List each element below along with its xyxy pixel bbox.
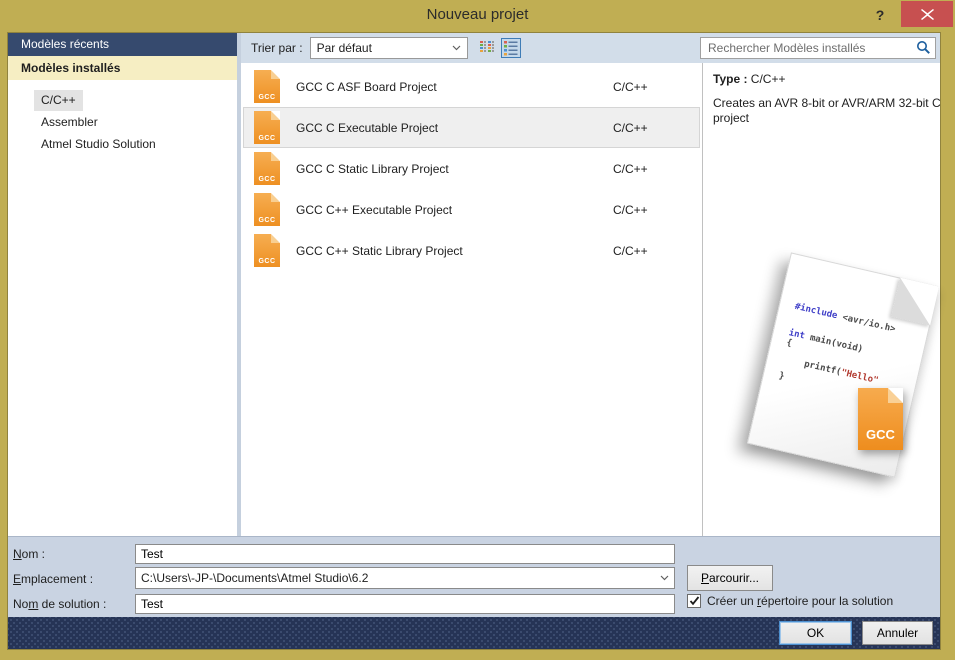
template-language: C/C++ — [613, 80, 648, 94]
template-name: GCC C Static Library Project — [296, 162, 449, 176]
type-label: Type : — [713, 72, 747, 86]
dialog-content: Modèles récents Modèles installés C/C++ … — [7, 32, 941, 650]
chevron-down-icon — [660, 575, 669, 581]
template-name: GCC C++ Executable Project — [296, 203, 452, 217]
code-paper-illustration: #include <avr/io.h> int main(void) { pri… — [747, 252, 939, 477]
tree-item-c-cpp[interactable]: C/C++ — [34, 90, 83, 111]
template-list: GCC GCC C ASF Board Project C/C++ GCC GC… — [241, 63, 702, 536]
type-value: C/C++ — [751, 72, 786, 86]
close-icon — [921, 9, 934, 20]
dialog-footer: OK Annuler — [8, 617, 940, 649]
name-label: Nom : — [13, 547, 45, 561]
template-name: GCC C ASF Board Project — [296, 80, 437, 94]
template-language: C/C++ — [613, 203, 648, 217]
close-button[interactable] — [901, 1, 953, 27]
browse-button[interactable]: Parcourir... — [687, 565, 773, 591]
sidebar-item-recent-templates[interactable]: Modèles récents — [8, 33, 237, 56]
sort-dropdown-value: Par défaut — [317, 41, 452, 55]
ok-button[interactable]: OK — [779, 621, 852, 645]
template-description: Creates an AVR 8-bit or AVR/ARM 32-bit C… — [713, 96, 945, 126]
template-details-panel: Type : C/C++ Creates an AVR 8-bit or AVR… — [703, 63, 940, 536]
create-directory-label[interactable]: Créer un répertoire pour la solution — [707, 594, 893, 608]
checkmark-icon — [689, 596, 700, 606]
template-category-sidebar: Modèles récents Modèles installés C/C++ … — [8, 33, 237, 536]
create-directory-option[interactable]: Créer un répertoire pour la solution — [687, 594, 893, 608]
project-settings-form: Nom : Emplacement : C:\Users\-JP-\Docume… — [8, 536, 940, 617]
template-row-gcc-c-static-library[interactable]: GCC GCC C Static Library Project C/C++ — [243, 148, 700, 189]
list-view-icon[interactable] — [501, 38, 521, 58]
code-snippet: #include <avr/io.h> int main(void) { pri… — [763, 254, 938, 411]
search-icon[interactable] — [916, 40, 931, 55]
cancel-button[interactable]: Annuler — [862, 621, 933, 645]
solution-name-label: Nom de solution : — [13, 597, 106, 611]
solution-name-input[interactable] — [135, 594, 675, 614]
template-row-gcc-c-asf-board[interactable]: GCC GCC C ASF Board Project C/C++ — [243, 66, 700, 107]
view-mode-switcher — [477, 38, 521, 58]
titlebar[interactable]: Nouveau projet ? — [0, 0, 955, 32]
sidebar-item-installed-templates[interactable]: Modèles installés — [8, 56, 237, 80]
search-input[interactable] — [700, 37, 936, 59]
main-area: Trier par : Par défaut — [241, 33, 940, 536]
sort-by-label: Trier par : — [251, 41, 303, 55]
template-row-gcc-cpp-executable[interactable]: GCC GCC C++ Executable Project C/C++ — [243, 189, 700, 230]
toolbar: Trier par : Par défaut — [241, 33, 940, 63]
create-directory-checkbox[interactable] — [687, 594, 701, 608]
template-language: C/C++ — [613, 244, 648, 258]
project-name-input[interactable] — [135, 544, 675, 564]
gcc-large-document-icon: GCC — [858, 388, 903, 450]
gcc-document-icon: GCC — [254, 70, 280, 103]
template-language: C/C++ — [613, 121, 648, 135]
template-name: GCC C Executable Project — [296, 121, 438, 135]
gcc-document-icon: GCC — [254, 111, 280, 144]
dialog-title: Nouveau projet — [0, 6, 955, 23]
sort-dropdown[interactable]: Par défaut — [310, 37, 468, 59]
gcc-document-icon: GCC — [254, 152, 280, 185]
help-button[interactable]: ? — [867, 4, 893, 26]
gcc-document-icon: GCC — [254, 193, 280, 226]
tree-item-atmel-studio-solution[interactable]: Atmel Studio Solution — [34, 134, 163, 155]
location-combobox[interactable]: C:\Users\-JP-\Documents\Atmel Studio\6.2 — [135, 567, 675, 589]
new-project-dialog: Nouveau projet ? Modèles récents Modèles… — [0, 0, 955, 660]
template-row-gcc-cpp-static-library[interactable]: GCC GCC C++ Static Library Project C/C++ — [243, 230, 700, 271]
template-row-gcc-c-executable[interactable]: GCC GCC C Executable Project C/C++ — [243, 107, 700, 148]
category-tree: C/C++ Assembler Atmel Studio Solution — [8, 80, 237, 156]
small-icons-view-icon[interactable] — [477, 38, 497, 58]
search-box — [700, 37, 936, 59]
location-label: Emplacement : — [13, 572, 93, 586]
chevron-down-icon — [452, 45, 461, 51]
gcc-document-icon: GCC — [254, 234, 280, 267]
tree-item-assembler[interactable]: Assembler — [34, 112, 105, 133]
location-value: C:\Users\-JP-\Documents\Atmel Studio\6.2 — [141, 571, 660, 585]
template-name: GCC C++ Static Library Project — [296, 244, 463, 258]
template-language: C/C++ — [613, 162, 648, 176]
